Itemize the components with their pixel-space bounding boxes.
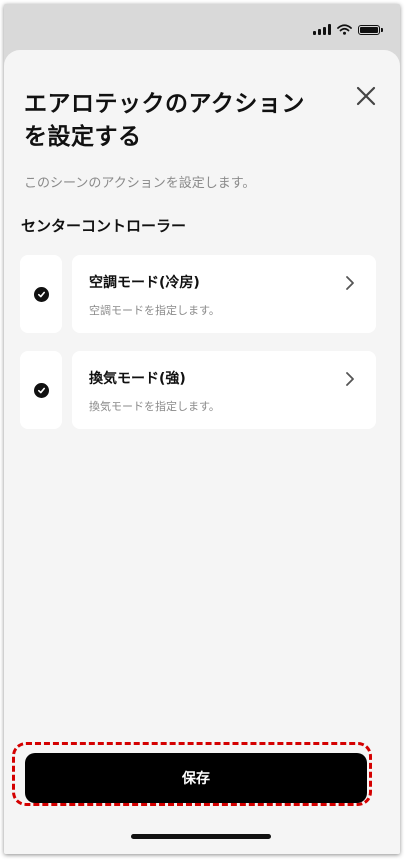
home-indicator — [131, 834, 271, 839]
action-checkbox[interactable] — [20, 351, 62, 429]
action-name: 空調モード(冷房) — [89, 275, 200, 291]
sheet-title: エアロテックのアクション を設定する — [24, 88, 334, 154]
sheet-subtitle: このシーンのアクションを設定します。 — [24, 176, 256, 191]
sheet-title-line1: エアロテックのアクション — [24, 91, 305, 117]
section-title: センターコントローラー — [21, 217, 187, 235]
chevron-right-icon — [346, 372, 354, 386]
action-name: 換気モード(強) — [89, 371, 186, 387]
status-icons — [313, 24, 383, 35]
wifi-icon — [337, 24, 352, 35]
status-bar — [4, 4, 400, 50]
save-button[interactable]: 保存 — [25, 753, 367, 803]
action-card-ventilation[interactable]: 換気モード(強) 換気モードを指定します。 — [72, 351, 376, 429]
phone-frame: エアロテックのアクション を設定する このシーンのアクションを設定します。 セン… — [4, 4, 400, 854]
battery-icon — [358, 24, 383, 35]
action-checkbox[interactable] — [20, 255, 62, 333]
check-icon — [33, 382, 49, 398]
chevron-right-icon — [346, 276, 354, 290]
bottom-sheet: エアロテックのアクション を設定する このシーンのアクションを設定します。 セン… — [4, 50, 400, 854]
check-icon — [33, 286, 49, 302]
action-description: 換気モードを指定します。 — [89, 400, 220, 413]
action-description: 空調モードを指定します。 — [89, 304, 220, 317]
action-row: 空調モード(冷房) 空調モードを指定します。 — [20, 255, 380, 333]
signal-icon — [313, 24, 331, 35]
action-row: 換気モード(強) 換気モードを指定します。 — [20, 351, 380, 429]
sheet-title-line2: を設定する — [24, 124, 142, 150]
action-card-cooling[interactable]: 空調モード(冷房) 空調モードを指定します。 — [72, 255, 376, 333]
close-icon[interactable] — [354, 84, 378, 108]
